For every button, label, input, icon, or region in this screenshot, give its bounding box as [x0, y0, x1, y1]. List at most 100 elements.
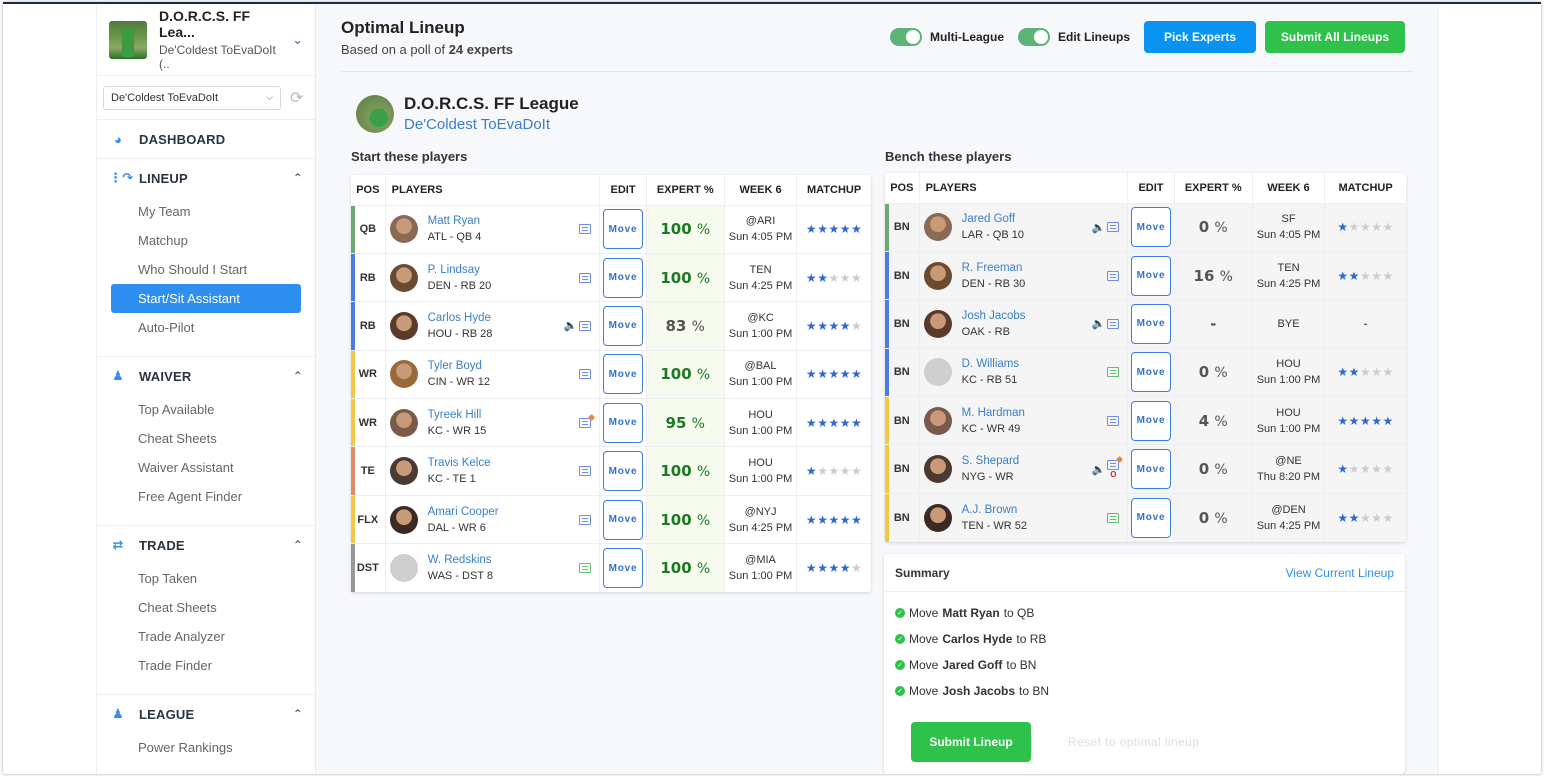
- sidebar-item-power-rankings[interactable]: Power Rankings: [97, 733, 315, 762]
- chevron-up-icon[interactable]: ⌃: [293, 707, 303, 721]
- sidebar-item-trade-analyzer[interactable]: Trade Analyzer: [97, 622, 315, 651]
- player-name-link[interactable]: M. Hardman: [962, 407, 1108, 419]
- player-name-link[interactable]: W. Redskins: [428, 554, 580, 566]
- move-button[interactable]: Move: [603, 451, 644, 492]
- chevron-up-icon[interactable]: ⌃: [293, 369, 303, 383]
- sidebar-item-free-agent-finder[interactable]: Free Agent Finder: [97, 482, 315, 511]
- notes-icon[interactable]: [1107, 318, 1120, 329]
- notes-icon[interactable]: [1107, 367, 1120, 378]
- notes-icon[interactable]: [579, 272, 592, 283]
- multi-league-toggle[interactable]: Multi-League: [890, 28, 1004, 46]
- sidebar-item-top-available[interactable]: Top Available: [97, 395, 315, 424]
- submit-all-lineups-button[interactable]: Submit All Lineups: [1265, 21, 1405, 53]
- position-cell: BN: [885, 493, 920, 542]
- player-name-link[interactable]: Carlos Hyde: [428, 312, 564, 324]
- player-name-link[interactable]: R. Freeman: [962, 262, 1108, 274]
- nav-header-trade[interactable]: ⇄ TRADE ⌃: [97, 526, 315, 564]
- star-icon: ★: [850, 561, 863, 576]
- notes-icon[interactable]: [1107, 270, 1120, 281]
- chevron-down-icon[interactable]: ⌄: [292, 32, 303, 48]
- move-button[interactable]: Move: [1131, 303, 1171, 344]
- player-name-link[interactable]: P. Lindsay: [428, 264, 580, 276]
- column-header: PLAYERS: [385, 175, 601, 206]
- move-button[interactable]: Move: [603, 402, 644, 443]
- move-button[interactable]: Move: [603, 499, 644, 540]
- player-name-link[interactable]: A.J. Brown: [962, 504, 1108, 516]
- chevron-up-icon[interactable]: ⌃: [293, 538, 303, 552]
- notes-icon[interactable]: [579, 466, 592, 477]
- pick-experts-button[interactable]: Pick Experts: [1144, 21, 1256, 53]
- nav-header-dashboard[interactable]: ◕ DASHBOARD: [97, 120, 315, 158]
- summary-item: ✓ Move Jared Goff to BN: [895, 652, 1394, 678]
- move-button[interactable]: Move: [603, 257, 644, 298]
- team-name-link[interactable]: De'Coldest ToEvaDoIt: [404, 116, 579, 133]
- nav-header-lineup[interactable]: ⋮↷ LINEUP ⌃: [97, 159, 315, 197]
- player-name-link[interactable]: Tyreek Hill: [428, 409, 580, 421]
- move-button[interactable]: Move: [1131, 449, 1171, 490]
- sidebar-item-who-should-i-start[interactable]: Who Should I Start: [97, 255, 315, 284]
- move-button[interactable]: Move: [1131, 207, 1171, 248]
- star-icon: ★: [805, 367, 818, 382]
- player-name-link[interactable]: Jared Goff: [962, 213, 1092, 225]
- view-current-lineup-link[interactable]: View Current Lineup: [1285, 566, 1394, 580]
- notes-icon[interactable]: [579, 417, 592, 428]
- notes-icon[interactable]: [579, 224, 592, 235]
- summary-panel: Summary View Current Lineup ✓ Move Matt …: [884, 554, 1405, 774]
- matchup-rating: ★★★★★: [806, 464, 862, 478]
- audio-icon[interactable]: 🔈: [564, 319, 578, 332]
- player-name-link[interactable]: S. Shepard: [962, 455, 1092, 467]
- notes-icon[interactable]: [1107, 222, 1120, 233]
- notes-icon[interactable]: [579, 563, 592, 574]
- sidebar-item-matchup[interactable]: Matchup: [97, 226, 315, 255]
- notes-icon[interactable]: [579, 320, 592, 331]
- sidebar-item-trade-finder[interactable]: Trade Finder: [97, 651, 315, 680]
- toggle-switch[interactable]: [1018, 28, 1050, 46]
- player-name-link[interactable]: Travis Kelce: [428, 457, 580, 469]
- submit-lineup-button[interactable]: Submit Lineup: [911, 722, 1031, 762]
- sidebar-item-auto-pilot[interactable]: Auto-Pilot: [97, 313, 315, 342]
- move-button[interactable]: Move: [1131, 255, 1171, 296]
- column-header: MATCHUP: [1324, 173, 1406, 204]
- audio-icon[interactable]: 🔈: [1092, 317, 1106, 330]
- refresh-icon[interactable]: ⟳: [290, 88, 303, 108]
- notes-icon[interactable]: [1107, 512, 1120, 523]
- nav-header-waiver[interactable]: ♟ WAIVER ⌃: [97, 357, 315, 395]
- star-icon: ★: [1359, 365, 1372, 380]
- position-label: FLX: [357, 513, 379, 526]
- move-button[interactable]: Move: [603, 548, 644, 589]
- player-name-link[interactable]: Tyler Boyd: [428, 360, 580, 372]
- move-button[interactable]: Move: [603, 209, 644, 250]
- notes-icon[interactable]: [579, 369, 592, 380]
- sidebar-item-my-team[interactable]: My Team: [97, 197, 315, 226]
- player-name-link[interactable]: Amari Cooper: [428, 506, 580, 518]
- move-button[interactable]: Move: [603, 354, 644, 395]
- team-select[interactable]: De'Coldest ToEvaDoIt ⌵: [103, 85, 281, 110]
- chevron-up-icon[interactable]: ⌃: [293, 171, 303, 185]
- star-icon: ★: [805, 270, 818, 285]
- team-league-name: D.O.R.C.S. FF League: [404, 94, 579, 113]
- edit-lineups-toggle[interactable]: Edit Lineups: [1018, 28, 1130, 46]
- reset-optimal-link[interactable]: Reset to optimal lineup: [1068, 735, 1199, 749]
- sidebar-item-start-sit-assistant[interactable]: Start/Sit Assistant: [111, 284, 301, 313]
- toggle-switch[interactable]: [890, 28, 922, 46]
- sidebar-item-cheat-sheets[interactable]: Cheat Sheets: [97, 593, 315, 622]
- player-name-link[interactable]: Matt Ryan: [428, 215, 580, 227]
- player-name-link[interactable]: D. Williams: [962, 358, 1108, 370]
- move-button[interactable]: Move: [603, 305, 644, 346]
- audio-icon[interactable]: 🔈: [1092, 221, 1106, 234]
- sidebar-item-waiver-assistant[interactable]: Waiver Assistant: [97, 453, 315, 482]
- notes-icon[interactable]: [1107, 459, 1120, 470]
- check-circle-icon: ✓: [895, 634, 905, 644]
- move-button[interactable]: Move: [1131, 352, 1171, 393]
- notes-icon[interactable]: [579, 514, 592, 525]
- sidebar-item-top-taken[interactable]: Top Taken: [97, 564, 315, 593]
- sidebar-item-cheat-sheets[interactable]: Cheat Sheets: [97, 424, 315, 453]
- audio-icon[interactable]: 🔈: [1092, 463, 1106, 476]
- nav-header-league[interactable]: ♟ LEAGUE ⌃: [97, 695, 315, 733]
- move-button[interactable]: Move: [1131, 497, 1171, 538]
- player-name-link[interactable]: Josh Jacobs: [962, 310, 1092, 322]
- notes-icon[interactable]: [1107, 415, 1120, 426]
- league-switcher[interactable]: D.O.R.C.S. FF Lea... De'Coldest ToEvaDoI…: [97, 4, 315, 76]
- move-button[interactable]: Move: [1131, 400, 1171, 441]
- expert-percent: -: [1210, 314, 1217, 333]
